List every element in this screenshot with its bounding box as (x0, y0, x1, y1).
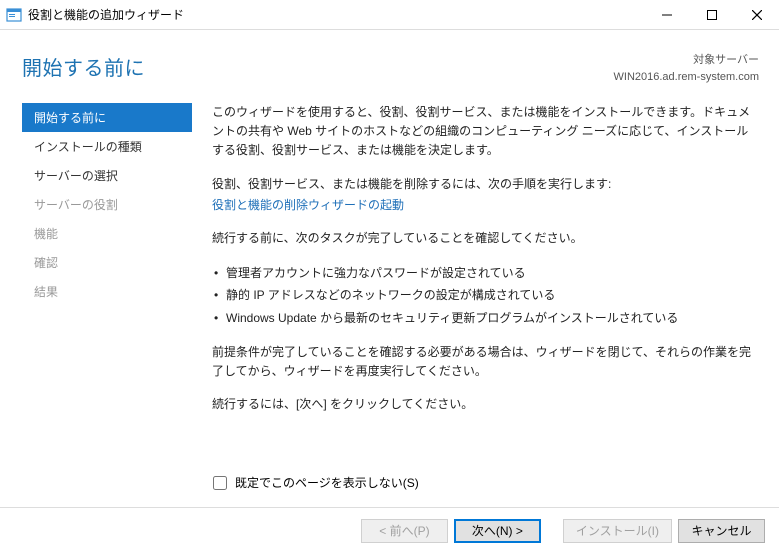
header: 開始する前に 対象サーバー WIN2016.ad.rem-system.com (0, 30, 779, 103)
skip-page-label: 既定でこのページを表示しない(S) (235, 474, 419, 491)
skip-page-checkbox-row[interactable]: 既定でこのページを表示しない(S) (213, 474, 419, 491)
step-server-selection[interactable]: サーバーの選択 (22, 161, 192, 190)
next-button[interactable]: 次へ(N) > (454, 519, 541, 543)
target-server-box: 対象サーバー WIN2016.ad.rem-system.com (614, 52, 759, 85)
step-installation-type[interactable]: インストールの種類 (22, 132, 192, 161)
cancel-button[interactable]: キャンセル (678, 519, 765, 543)
title-bar: 役割と機能の追加ウィザード (0, 0, 779, 30)
content-panel: このウィザードを使用すると、役割、役割サービス、または機能をインストールできます… (192, 103, 759, 507)
remove-lead-text: 役割、役割サービス、または機能を削除するには、次の手順を実行します: (212, 175, 753, 194)
wizard-steps-sidebar: 開始する前に インストールの種類 サーバーの選択 サーバーの役割 機能 確認 結… (22, 103, 192, 507)
prereq-item: Windows Update から最新のセキュリティ更新プログラムがインストール… (212, 307, 753, 329)
remove-wizard-link[interactable]: 役割と機能の削除ウィザードの起動 (212, 198, 404, 212)
skip-page-checkbox[interactable] (213, 476, 227, 490)
previous-button: < 前へ(P) (361, 519, 448, 543)
step-confirmation: 確認 (22, 248, 192, 277)
intro-text: このウィザードを使用すると、役割、役割サービス、または機能をインストールできます… (212, 103, 753, 161)
target-server-name: WIN2016.ad.rem-system.com (614, 69, 759, 86)
minimize-button[interactable] (644, 0, 689, 29)
target-server-label: 対象サーバー (614, 52, 759, 69)
install-button: インストール(I) (563, 519, 672, 543)
prereq-list: 管理者アカウントに強力なパスワードが設定されている 静的 IP アドレスなどのネ… (212, 262, 753, 329)
footer: < 前へ(P) 次へ(N) > インストール(I) キャンセル (0, 507, 779, 553)
prereq-message: 前提条件が完了していることを確認する必要がある場合は、ウィザードを閉じて、それら… (212, 343, 753, 381)
page-title: 開始する前に (22, 52, 614, 81)
step-before-you-begin[interactable]: 開始する前に (22, 103, 192, 132)
prereq-item: 管理者アカウントに強力なパスワードが設定されている (212, 262, 753, 284)
step-results: 結果 (22, 277, 192, 306)
verify-message: 続行する前に、次のタスクが完了していることを確認してください。 (212, 229, 753, 248)
step-features: 機能 (22, 219, 192, 248)
app-icon (6, 7, 22, 23)
continue-message: 続行するには、[次へ] をクリックしてください。 (212, 395, 753, 414)
step-server-roles: サーバーの役割 (22, 190, 192, 219)
maximize-button[interactable] (689, 0, 734, 29)
close-button[interactable] (734, 0, 779, 29)
window-title: 役割と機能の追加ウィザード (28, 6, 644, 23)
body: 開始する前に インストールの種類 サーバーの選択 サーバーの役割 機能 確認 結… (0, 103, 779, 507)
prereq-item: 静的 IP アドレスなどのネットワークの設定が構成されている (212, 284, 753, 306)
